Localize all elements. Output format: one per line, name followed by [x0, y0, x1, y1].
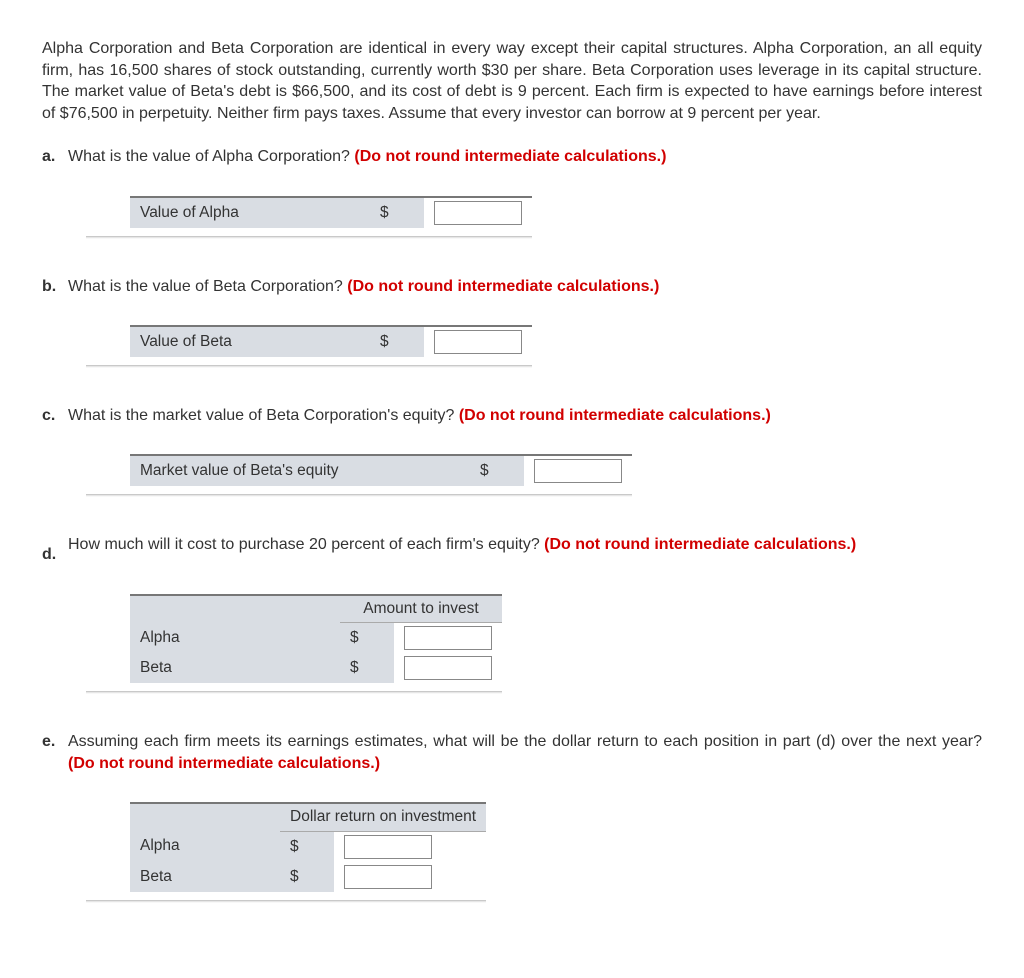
market-value-beta-equity-input[interactable]: [534, 459, 622, 483]
currency-symbol: $: [280, 832, 334, 863]
question-letter: c.: [42, 405, 68, 427]
row-label: Alpha: [130, 832, 280, 863]
instruction: (Do not round intermediate calculations.…: [459, 407, 771, 424]
return-beta-input[interactable]: [344, 865, 432, 889]
table-shadow: [86, 691, 502, 694]
question-c: c. What is the market value of Beta Corp…: [42, 405, 982, 512]
blank-header: [130, 595, 340, 623]
value-alpha-input[interactable]: [434, 201, 522, 225]
table-shadow: [86, 365, 532, 368]
row-label: Alpha: [130, 623, 340, 654]
row-label: Beta: [130, 862, 280, 892]
instruction: (Do not round intermediate calculations.…: [544, 536, 856, 553]
return-alpha-input[interactable]: [344, 835, 432, 859]
question-a: a. What is the value of Alpha Corporatio…: [42, 146, 982, 253]
question-body: Assuming each firm meets its earnings es…: [68, 733, 982, 750]
column-header: Amount to invest: [340, 595, 502, 623]
answer-table-b: Value of Beta $: [130, 325, 532, 357]
question-text: How much will it cost to purchase 20 per…: [68, 534, 982, 556]
value-beta-input[interactable]: [434, 330, 522, 354]
invest-alpha-input[interactable]: [404, 626, 492, 650]
column-header: Dollar return on investment: [280, 803, 486, 831]
currency-symbol: $: [370, 197, 424, 228]
answer-table-a: Value of Alpha $: [130, 196, 532, 228]
question-text: What is the value of Alpha Corporation? …: [68, 146, 982, 168]
problem-intro: Alpha Corporation and Beta Corporation a…: [42, 38, 982, 124]
question-letter: b.: [42, 276, 68, 298]
row-label: Market value of Beta's equity: [130, 455, 470, 486]
question-letter: e.: [42, 731, 68, 753]
currency-symbol: $: [340, 653, 394, 683]
question-b: b. What is the value of Beta Corporation…: [42, 276, 982, 383]
row-label: Beta: [130, 653, 340, 683]
instruction: (Do not round intermediate calculations.…: [68, 755, 380, 772]
currency-symbol: $: [370, 326, 424, 357]
question-text: Assuming each firm meets its earnings es…: [68, 731, 982, 774]
currency-symbol: $: [340, 623, 394, 654]
answer-table-e: Dollar return on investment Alpha $ Beta…: [130, 802, 486, 892]
table-shadow: [86, 236, 532, 239]
currency-symbol: $: [470, 455, 524, 486]
row-label: Value of Beta: [130, 326, 370, 357]
question-body: How much will it cost to purchase 20 per…: [68, 536, 544, 553]
answer-table-d: Amount to invest Alpha $ Beta $: [130, 594, 502, 684]
question-letter: d.: [42, 534, 68, 566]
table-shadow: [86, 900, 486, 903]
question-text: What is the market value of Beta Corpora…: [68, 405, 982, 427]
instruction: (Do not round intermediate calculations.…: [354, 148, 666, 165]
question-body: What is the market value of Beta Corpora…: [68, 407, 459, 424]
question-d: d. How much will it cost to purchase 20 …: [42, 534, 982, 709]
row-label: Value of Alpha: [130, 197, 370, 228]
invest-beta-input[interactable]: [404, 656, 492, 680]
question-body: What is the value of Beta Corporation?: [68, 278, 347, 295]
blank-header: [130, 803, 280, 831]
question-text: What is the value of Beta Corporation? (…: [68, 276, 982, 298]
question-e: e. Assuming each firm meets its earnings…: [42, 731, 982, 918]
answer-table-c: Market value of Beta's equity $: [130, 454, 632, 486]
question-letter: a.: [42, 146, 68, 168]
table-shadow: [86, 494, 632, 497]
question-body: What is the value of Alpha Corporation?: [68, 148, 354, 165]
currency-symbol: $: [280, 862, 334, 892]
instruction: (Do not round intermediate calculations.…: [347, 278, 659, 295]
